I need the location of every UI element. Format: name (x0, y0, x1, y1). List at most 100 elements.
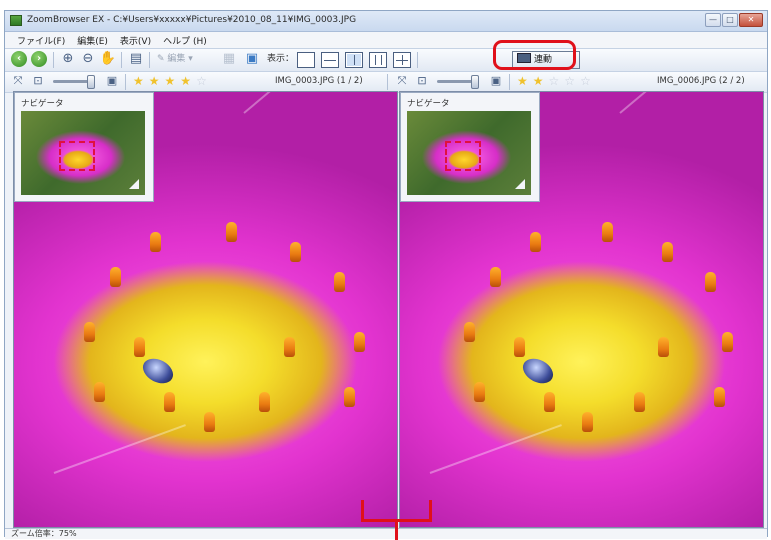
minimize-button[interactable]: — (705, 13, 721, 27)
stamen (334, 272, 345, 292)
fit-to-window-icon[interactable]: ⤧ (9, 72, 27, 90)
hand-tool-icon[interactable]: ✋ (99, 50, 117, 68)
toolbar-separator (121, 52, 122, 68)
split-line-icon (396, 60, 408, 61)
star-icon[interactable]: ★ (533, 72, 544, 90)
navigator-thumbnail[interactable] (407, 111, 531, 195)
print-icon[interactable]: ▤ (127, 50, 145, 68)
menu-view[interactable]: 表示(V) (120, 34, 151, 47)
zoom-in-icon[interactable]: ⊕ (59, 50, 77, 68)
stamen (164, 392, 175, 412)
status-bar: ズーム倍率：75% (5, 528, 767, 539)
stamen (490, 267, 501, 287)
menu-bar: ファイル(F) 編集(E) 表示(V) ヘルプ (H) (5, 32, 767, 48)
stamen (705, 272, 716, 292)
forward-arrow-icon[interactable]: › (31, 51, 47, 67)
layout-single-button[interactable] (297, 52, 315, 68)
zoom-out-icon[interactable]: ⊖ (79, 50, 97, 68)
rating-stars-left[interactable]: ★ ★ ★ ★ ☆ (133, 72, 207, 90)
actual-size-icon[interactable]: ⊡ (29, 72, 47, 90)
title-bar: ZoomBrowser EX - C:¥Users¥xxxxx¥Pictures… (5, 11, 767, 32)
back-arrow-icon[interactable]: ‹ (11, 51, 27, 67)
star-empty-icon[interactable]: ☆ (580, 72, 591, 90)
layout-horizontal-split-button[interactable] (321, 52, 339, 68)
close-button[interactable]: ✕ (739, 13, 763, 27)
navigator-thumbnail[interactable] (21, 111, 145, 195)
split-line-icon (381, 55, 382, 65)
stamen (84, 322, 95, 342)
stamen (530, 232, 541, 252)
sync-button[interactable]: 連動 (512, 51, 580, 69)
stamen (634, 392, 645, 412)
stamen (658, 337, 669, 357)
split-line-icon (375, 55, 376, 65)
toolbar-separator (53, 52, 54, 68)
stamen (344, 387, 355, 407)
full-view-icon[interactable]: ▣ (103, 72, 121, 90)
left-image-pane[interactable]: ナビゲータ (13, 91, 398, 528)
toolbar-separator (417, 52, 418, 68)
menu-help[interactable]: ヘルプ (H) (163, 34, 207, 47)
toolbar-separator (387, 74, 388, 90)
actual-size-icon[interactable]: ⊡ (413, 72, 431, 90)
toolbar-separator (149, 52, 150, 68)
star-icon[interactable]: ★ (133, 72, 144, 90)
navigator-label: ナビゲータ (21, 99, 64, 109)
menu-edit[interactable]: 編集(E) (77, 34, 108, 47)
pane-toolbar: ⤧ ⊡ ▣ ★ ★ ★ ★ ☆ IMG_0003.JPG (1 / 2) ⤧ ⊡… (5, 71, 767, 93)
layout-grid-button[interactable] (393, 52, 411, 68)
navigator-fold-icon (515, 179, 525, 189)
app-window: ZoomBrowser EX - C:¥Users¥xxxxx¥Pictures… (4, 10, 768, 539)
stamen (354, 332, 365, 352)
stamen (602, 222, 613, 242)
layout-vertical-split-button[interactable] (345, 52, 363, 68)
stamen (290, 242, 301, 262)
stamen (110, 267, 121, 287)
stamen (259, 392, 270, 412)
zoom-slider-handle[interactable] (471, 75, 479, 89)
navigator-viewport[interactable] (59, 141, 95, 171)
split-line-icon (324, 60, 336, 61)
right-image-pane[interactable]: ナビゲータ (399, 91, 764, 528)
stamen (474, 382, 485, 402)
zoom-slider-handle[interactable] (87, 75, 95, 89)
edit-menu-button[interactable]: ✎ 編集 ▾ (157, 50, 193, 68)
stamen (714, 387, 725, 407)
image-grid-icon[interactable]: ▦ (220, 50, 238, 68)
zoom-level-text: ズーム倍率：75% (11, 529, 77, 538)
stamen (544, 392, 555, 412)
stamen (94, 382, 105, 402)
bracket-stem (395, 519, 398, 540)
stamen (134, 337, 145, 357)
split-line-icon (354, 55, 355, 65)
star-empty-icon[interactable]: ☆ (564, 72, 575, 90)
star-icon[interactable]: ★ (165, 72, 176, 90)
navigator-viewport[interactable] (445, 141, 481, 171)
fit-to-window-icon[interactable]: ⤧ (393, 72, 411, 90)
navigator-label: ナビゲータ (407, 99, 450, 109)
main-toolbar: ‹ › ⊕ ⊖ ✋ ▤ ✎ 編集 ▾ ▦ ▣ 表示： 連動 (5, 48, 767, 72)
sync-label: 連動 (534, 55, 553, 65)
star-icon[interactable]: ★ (517, 72, 528, 90)
star-icon[interactable]: ★ (149, 72, 160, 90)
layout-three-column-button[interactable] (369, 52, 387, 68)
toolbar-separator (125, 74, 126, 90)
photo-icon[interactable]: ▣ (243, 50, 261, 68)
stamen (722, 332, 733, 352)
navigator-panel[interactable]: ナビゲータ (400, 92, 540, 202)
stamen (226, 222, 237, 242)
stamen (514, 337, 525, 357)
stamen (204, 412, 215, 432)
navigator-panel[interactable]: ナビゲータ (14, 92, 154, 202)
star-empty-icon[interactable]: ☆ (549, 72, 560, 90)
display-label: 表示： (267, 54, 295, 64)
star-icon[interactable]: ★ (180, 72, 191, 90)
full-view-icon[interactable]: ▣ (487, 72, 505, 90)
rating-stars-right[interactable]: ★ ★ ☆ ☆ ☆ (517, 72, 591, 90)
window-controls: — □ ✕ (705, 13, 763, 27)
star-empty-icon[interactable]: ☆ (196, 72, 207, 90)
stamen (662, 242, 673, 262)
stamen (284, 337, 295, 357)
maximize-button[interactable]: □ (722, 13, 738, 27)
menu-file[interactable]: ファイル(F) (17, 34, 65, 47)
